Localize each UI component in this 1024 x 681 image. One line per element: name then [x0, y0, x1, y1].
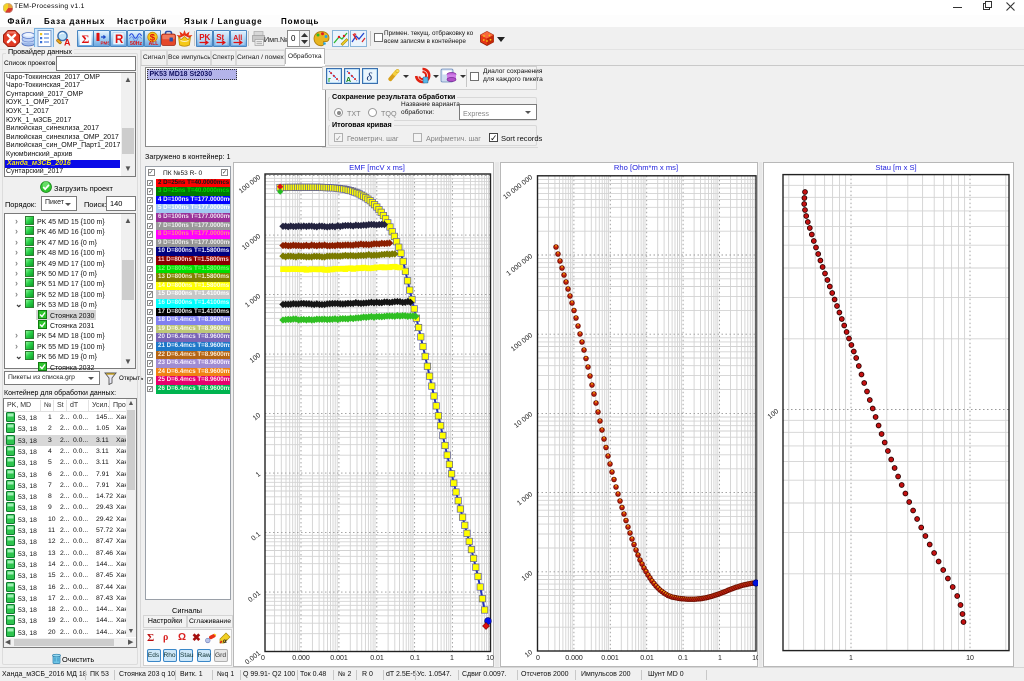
svg-text:10 000: 10 000: [241, 233, 262, 252]
svg-text:0.001: 0.001: [244, 650, 262, 666]
svg-text:1 000: 1 000: [244, 293, 262, 309]
svg-text:1: 1: [450, 655, 454, 662]
svg-text:1: 1: [849, 655, 853, 662]
svg-text:0: 0: [261, 655, 265, 662]
svg-text:100: 100: [767, 408, 781, 421]
svg-text:1: 1: [255, 471, 262, 479]
svg-text:0.1: 0.1: [410, 655, 420, 662]
svg-text:1 000 000: 1 000 000: [505, 253, 534, 278]
svg-text:R: R: [115, 34, 124, 46]
svg-text:0.001: 0.001: [330, 655, 348, 662]
svg-text:0.01: 0.01: [247, 590, 262, 604]
svg-text:PMS: PMS: [101, 41, 111, 46]
svg-text:1 000: 1 000: [516, 491, 534, 507]
svg-text:10: 10: [966, 655, 974, 662]
svg-text:All: All: [233, 35, 242, 42]
svg-text:0.1: 0.1: [678, 655, 688, 662]
svg-text:0.1: 0.1: [250, 531, 262, 543]
svg-text:Σ: Σ: [82, 32, 90, 46]
svg-text:0.001: 0.001: [601, 655, 619, 662]
svg-text:α: α: [223, 639, 227, 644]
svg-text:0.01: 0.01: [370, 655, 384, 662]
svg-text:10: 10: [486, 655, 494, 662]
svg-text:50Hz: 50Hz: [130, 41, 143, 47]
svg-text:г: г: [328, 77, 331, 84]
svg-text:A: A: [64, 38, 71, 48]
svg-text:100: 100: [249, 352, 263, 365]
svg-text:0.000: 0.000: [292, 655, 310, 662]
svg-text:A: A: [346, 77, 351, 84]
svg-text:0.01: 0.01: [640, 655, 654, 662]
svg-text:δ: δ: [367, 70, 373, 84]
svg-text:0: 0: [536, 655, 540, 662]
svg-text:10: 10: [524, 649, 535, 659]
svg-text:PK: PK: [199, 33, 210, 42]
svg-text:100: 100: [521, 570, 535, 583]
svg-text:10: 10: [752, 655, 758, 662]
svg-text:100 000: 100 000: [238, 174, 262, 195]
svg-text:EMF [mcV x ms]: EMF [mcV x ms]: [349, 163, 405, 172]
svg-text:10 000: 10 000: [513, 411, 534, 430]
svg-text:10: 10: [252, 412, 263, 422]
svg-text:Rho [Ohm*m x ms]: Rho [Ohm*m x ms]: [614, 163, 678, 172]
svg-text:1: 1: [718, 655, 722, 662]
svg-text:10 000 000: 10 000 000: [502, 174, 534, 201]
svg-text:0.000: 0.000: [565, 655, 583, 662]
svg-text:ALL: ALL: [149, 41, 159, 47]
svg-text:Stau [m x S]: Stau [m x S]: [875, 163, 916, 172]
svg-text:100 000: 100 000: [510, 332, 534, 353]
